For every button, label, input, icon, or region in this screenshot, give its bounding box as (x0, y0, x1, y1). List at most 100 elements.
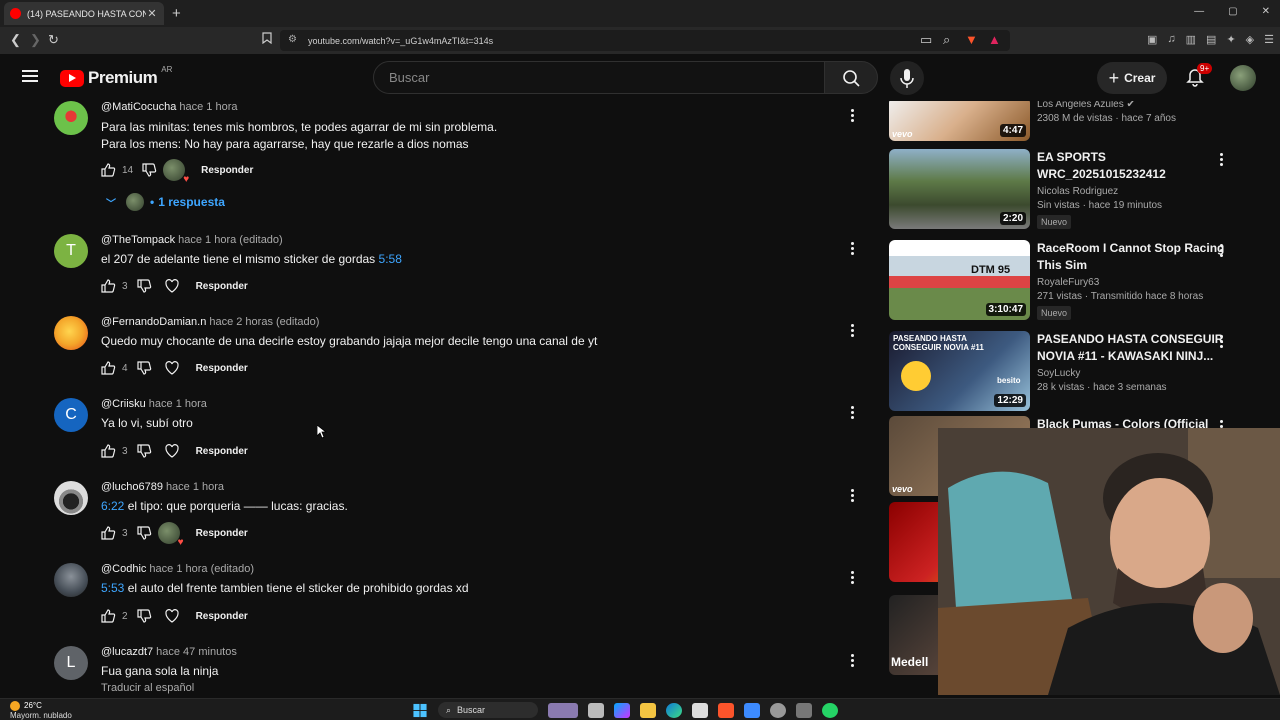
forward-icon[interactable]: ❯ (30, 32, 41, 48)
vpn-icon[interactable]: ◈ (1246, 33, 1254, 46)
comment-more-icon[interactable] (848, 406, 856, 420)
reply-button[interactable]: Responder (196, 446, 248, 457)
comment-author[interactable]: @Codhic (101, 563, 146, 575)
taskbar-search[interactable]: ⌕ Buscar (438, 702, 538, 718)
comment-author[interactable]: @Criisku (101, 398, 146, 410)
close-window-button[interactable]: ✕ (1262, 6, 1270, 17)
create-button[interactable]: + Crear (1097, 62, 1167, 94)
search-input[interactable]: Buscar (373, 61, 825, 94)
widgets-icon[interactable] (548, 702, 578, 718)
comment-time[interactable]: hace 1 hora (149, 398, 207, 410)
comment-time[interactable]: hace 47 minutos (156, 646, 237, 658)
video-title[interactable]: PASEANDO HASTA CONSEGUIR NOVIA #11 - KAW… (1037, 331, 1227, 365)
tab-close-icon[interactable]: ✕ (146, 7, 158, 20)
video-title[interactable]: RaceRoom I Cannot Stop Racing This Sim (1037, 240, 1227, 274)
comment-more-icon[interactable] (848, 654, 856, 668)
video-more-icon[interactable] (1218, 244, 1224, 258)
video-thumbnail[interactable]: DTM 95 3:10:47 (889, 240, 1030, 320)
heart-icon[interactable] (164, 443, 180, 459)
menu-icon[interactable] (22, 70, 38, 82)
comment-time[interactable]: hace 1 hora (editado) (149, 563, 254, 575)
avatar[interactable]: T (54, 234, 88, 268)
brave-rewards-icon[interactable]: ▲ (988, 32, 1001, 47)
avatar[interactable]: C (54, 398, 88, 432)
avatar[interactable] (54, 316, 88, 350)
timestamp-link[interactable]: 6:22 (101, 499, 124, 513)
video-channel[interactable]: Nicolas Rodriguez (1037, 186, 1227, 197)
video-channel[interactable]: Los Angeles Azules ✔ (1037, 101, 1227, 110)
app-icon[interactable] (796, 702, 812, 718)
comment-time[interactable]: hace 1 hora (editado) (178, 234, 283, 246)
video-thumbnail[interactable]: vevo 4:47 (889, 101, 1030, 141)
reply-button[interactable]: Responder (196, 363, 248, 374)
video-title[interactable]: EA SPORTS WRC_20251015232412 (1037, 149, 1227, 183)
comment-more-icon[interactable] (848, 109, 856, 123)
avatar[interactable]: L (54, 646, 88, 680)
video-more-icon[interactable] (1218, 335, 1224, 349)
music-icon[interactable]: ♫ (1167, 33, 1175, 46)
like-icon[interactable] (100, 443, 116, 459)
heart-icon[interactable] (164, 278, 180, 294)
address-bar[interactable]: ⚙ youtube.com/watch?v=_uG1w4mAzTI&t=314s (280, 30, 1010, 51)
reply-button[interactable]: Responder (196, 281, 248, 292)
store-icon[interactable] (692, 702, 708, 718)
timestamp-link[interactable]: 5:58 (379, 252, 402, 266)
video-thumbnail[interactable]: PASEANDO HASTA CONSEGUIR NOVIA #11 besit… (889, 331, 1030, 411)
dislike-icon[interactable] (136, 278, 152, 294)
video-thumbnail[interactable]: 2:20 (889, 149, 1030, 229)
leo-icon[interactable]: ✦ (1226, 33, 1235, 46)
avatar[interactable] (54, 563, 88, 597)
minimize-button[interactable]: — (1194, 6, 1204, 17)
video-channel[interactable]: RoyaleFury63 (1037, 277, 1227, 288)
avatar[interactable] (54, 481, 88, 515)
notepad-icon[interactable] (744, 702, 760, 718)
youtube-logo[interactable]: Premium AR (60, 65, 172, 88)
comment-author[interactable]: @TheTompack (101, 234, 175, 246)
comment-more-icon[interactable] (848, 489, 856, 503)
browser-tab[interactable]: (14) PASEANDO HASTA CONSEGUIR ✕ (4, 2, 164, 25)
comment-more-icon[interactable] (848, 324, 856, 338)
dislike-icon[interactable] (141, 162, 157, 178)
file-explorer-icon[interactable] (640, 702, 656, 718)
dislike-icon[interactable] (136, 525, 152, 541)
voice-search-button[interactable] (890, 61, 924, 95)
brave-shield-icon[interactable]: ▼ (965, 32, 978, 47)
wallet-icon[interactable]: ▤ (1206, 33, 1216, 46)
view-replies-button[interactable]: ﹀ • 1 respuesta (106, 193, 225, 211)
comment-author[interactable]: @lucazdt7 (101, 646, 153, 658)
comment-more-icon[interactable] (848, 571, 856, 585)
dislike-icon[interactable] (136, 443, 152, 459)
heart-icon[interactable] (164, 360, 180, 376)
comment-author[interactable]: @FernandoDamian.n (101, 316, 206, 328)
like-icon[interactable] (100, 525, 116, 541)
search-button[interactable] (824, 61, 878, 94)
heart-icon[interactable] (164, 608, 180, 624)
bookmark-icon[interactable] (262, 32, 272, 47)
timestamp-link[interactable]: 5:53 (101, 581, 124, 595)
weather-widget[interactable]: 26°C Mayorm. nublado (10, 701, 72, 720)
comment-author[interactable]: @MatiCocucha (101, 101, 176, 113)
like-icon[interactable] (100, 360, 116, 376)
comment-time[interactable]: hace 2 horas (editado) (209, 316, 319, 328)
like-icon[interactable] (100, 162, 116, 178)
dislike-icon[interactable] (136, 608, 152, 624)
dislike-icon[interactable] (136, 360, 152, 376)
back-icon[interactable]: ❮ (10, 32, 21, 48)
new-tab-button[interactable]: + (172, 5, 181, 22)
menu-icon[interactable]: ☰ (1264, 33, 1274, 46)
comment-time[interactable]: hace 1 hora (179, 101, 237, 113)
copilot-icon[interactable] (614, 702, 630, 718)
site-info-icon[interactable]: ⚙ (288, 34, 297, 45)
reload-icon[interactable]: ↻ (48, 32, 59, 48)
account-avatar[interactable] (1230, 65, 1256, 91)
avatar[interactable] (54, 101, 88, 135)
edge-icon[interactable] (666, 702, 682, 718)
cast-icon[interactable]: ▭ (920, 32, 932, 48)
maximize-button[interactable]: ▢ (1228, 6, 1237, 17)
reply-button[interactable]: Responder (201, 165, 253, 176)
whatsapp-icon[interactable] (822, 702, 838, 718)
video-more-icon[interactable] (1218, 153, 1224, 167)
zoom-icon[interactable]: ⌕ (943, 32, 950, 48)
reply-button[interactable]: Responder (196, 528, 248, 539)
panel-icon[interactable]: ▥ (1186, 33, 1196, 46)
